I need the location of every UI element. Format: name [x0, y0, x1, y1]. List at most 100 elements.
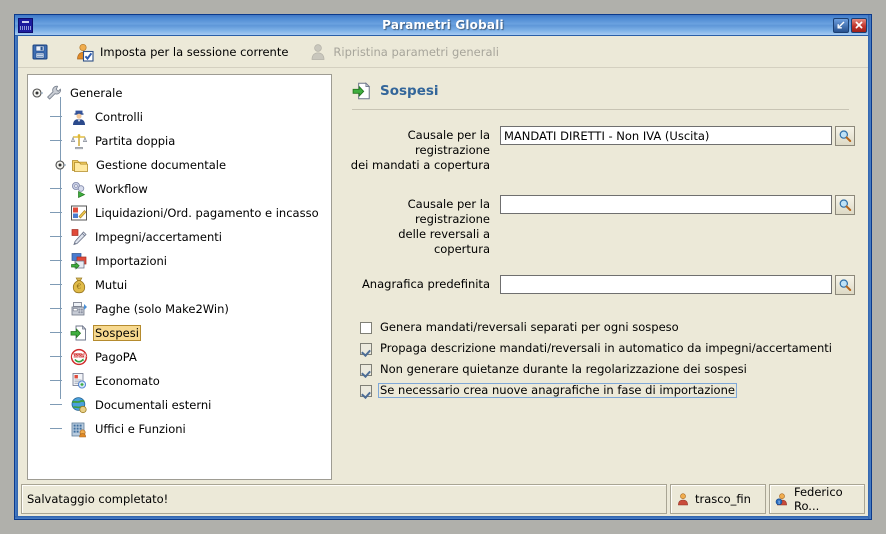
field-label: Causale per la registrazione delle rever…	[348, 195, 500, 257]
tree-item-label: Partita doppia	[95, 134, 176, 148]
panel-separator	[352, 109, 849, 110]
svg-text:€: €	[76, 282, 82, 291]
user-info-icon: i	[775, 492, 789, 506]
close-button[interactable]	[851, 17, 867, 33]
field-label-line2: dei mandati a copertura	[350, 158, 490, 172]
cash-register-icon	[70, 300, 88, 318]
tree-item-label: Gestione documentale	[96, 158, 227, 172]
wrench-icon	[45, 84, 63, 102]
tree-item-impegni-accertamenti[interactable]: Impegni/accertamenti	[28, 225, 331, 249]
field-label-line2: delle reversali a copertura	[398, 227, 490, 256]
field-label-line1: Causale per la registrazione	[407, 197, 490, 226]
checkbox-crea-nuove-anagrafiche[interactable]: Se necessario crea nuove anagrafiche in …	[360, 380, 855, 401]
checkbox-genera-mandati-separati[interactable]: Genera mandati/reversali separati per og…	[360, 317, 855, 338]
tree-item-mutui[interactable]: € Mutui	[28, 273, 331, 297]
folders-icon	[71, 156, 89, 174]
tree-item-controlli[interactable]: Controlli	[28, 105, 331, 129]
tree-item-label: Impegni/accertamenti	[95, 230, 222, 244]
magnifier-icon	[839, 199, 852, 211]
settings-panel: Sospesi Causale per la registrazione dei…	[332, 74, 861, 480]
tree-item-partita-doppia[interactable]: Partita doppia	[28, 129, 331, 153]
status-user-cell[interactable]: i Federico Ro...	[769, 484, 865, 514]
parametri-globali-window: Parametri Globali Imposta per la session…	[14, 14, 872, 520]
set-session-button[interactable]: Imposta per la sessione corrente	[72, 40, 291, 64]
restore-general-params-button: Ripristina parametri generali	[305, 40, 502, 64]
tree-item-liquidazioni[interactable]: Liquidazioni/Ord. pagamento e incasso	[28, 201, 331, 225]
checkbox-non-generare-quietanze[interactable]: Non generare quietanze durante la regola…	[360, 359, 855, 380]
anagrafica-predefinita-input[interactable]	[500, 275, 832, 294]
tree-item-importazioni[interactable]: Importazioni	[28, 249, 331, 273]
set-session-label: Imposta per la sessione corrente	[100, 44, 289, 59]
import-arrow-icon	[70, 252, 88, 270]
checkbox-box[interactable]	[360, 363, 372, 376]
tree-connector	[50, 369, 70, 393]
tree-item-workflow[interactable]: Workflow	[28, 177, 331, 201]
field-label: Causale per la registrazione dei mandati…	[348, 126, 500, 173]
money-bag-icon: €	[70, 276, 88, 294]
tree-item-label: Liquidazioni/Ord. pagamento e incasso	[95, 206, 319, 220]
tree-item-label: Generale	[70, 86, 123, 100]
tree-item-label: PagoPA	[95, 350, 137, 364]
tree-connector	[50, 297, 70, 321]
causale-mandati-input[interactable]	[500, 126, 832, 145]
tree-item-documentali-esterni[interactable]: Documentali esterni	[28, 393, 331, 417]
checkbox-label: Non generare quietanze durante la regola…	[380, 362, 747, 376]
tree-item-generale[interactable]: Generale	[28, 81, 331, 105]
tree-item-pagopa[interactable]: pagoPA PagoPA	[28, 345, 331, 369]
gears-play-icon	[70, 180, 88, 198]
policeman-icon	[70, 108, 88, 126]
svg-text:pagoPA: pagoPA	[72, 353, 87, 358]
expand-collapse-icon[interactable]	[55, 159, 66, 171]
expand-collapse-icon[interactable]	[32, 87, 43, 99]
tree-item-label: Paghe (solo Make2Win)	[95, 302, 229, 316]
causale-reversali-input[interactable]	[500, 195, 832, 214]
tree-item-label: Uffici e Funzioni	[95, 422, 186, 436]
options-checkbox-group: Genera mandati/reversali separati per og…	[348, 317, 855, 401]
checkbox-box[interactable]	[360, 321, 372, 334]
tree-item-label: Mutui	[95, 278, 128, 292]
tree-item-label: Sospesi	[93, 325, 141, 341]
tree-connector	[50, 201, 70, 225]
scales-icon	[70, 132, 88, 150]
restore-general-params-label: Ripristina parametri generali	[333, 44, 499, 59]
tree-connector	[50, 321, 70, 345]
tree-item-uffici-funzioni[interactable]: Uffici e Funzioni	[28, 417, 331, 441]
user-check-icon	[75, 42, 95, 62]
globe-icon	[70, 396, 88, 414]
causale-reversali-lookup-button[interactable]	[835, 195, 855, 215]
field-label: Anagrafica predefinita	[348, 275, 500, 292]
tree-item-paghe[interactable]: Paghe (solo Make2Win)	[28, 297, 331, 321]
window-title-bar[interactable]: Parametri Globali	[15, 15, 871, 36]
causale-mandati-lookup-button[interactable]	[835, 126, 855, 146]
toolbar: Imposta per la sessione corrente Riprist…	[15, 36, 871, 68]
tree-connector	[50, 393, 70, 417]
tree-item-gestione-documentale[interactable]: Gestione documentale	[28, 153, 331, 177]
checkbox-propaga-descrizione[interactable]: Propaga descrizione mandati/reversali in…	[360, 338, 855, 359]
settings-tree[interactable]: Generale Controlli Partita doppia Gestio…	[27, 74, 332, 480]
tree-connector	[50, 417, 70, 441]
window-controls	[833, 17, 869, 33]
magnifier-icon	[839, 279, 852, 291]
magnifier-icon	[839, 130, 852, 142]
field-row-causale-reversali: Causale per la registrazione delle rever…	[348, 195, 855, 257]
tree-item-label: Importazioni	[95, 254, 167, 268]
tree-item-sospesi[interactable]: Sospesi	[28, 321, 331, 345]
tree-connector	[50, 105, 70, 129]
tree-connector	[50, 177, 70, 201]
status-message: Salvataggio completato!	[27, 492, 169, 506]
status-database-cell[interactable]: trasco_fin	[670, 484, 766, 514]
status-bar: Salvataggio completato! trasco_fin i Fed…	[21, 484, 865, 514]
app-icon	[18, 17, 33, 33]
panel-header: Sospesi	[348, 78, 855, 104]
pagopa-icon: pagoPA	[70, 348, 88, 366]
restore-button[interactable]	[833, 17, 849, 33]
checkbox-box[interactable]	[360, 342, 372, 355]
floppy-save-icon	[30, 42, 50, 62]
checkbox-box[interactable]	[360, 384, 372, 397]
tree-connector	[50, 273, 70, 297]
checkbox-label: Propaga descrizione mandati/reversali in…	[380, 341, 832, 355]
tree-item-economato[interactable]: Economato	[28, 369, 331, 393]
tree-item-label: Controlli	[95, 110, 143, 124]
anagrafica-predefinita-lookup-button[interactable]	[835, 275, 855, 295]
save-button[interactable]	[27, 40, 58, 64]
